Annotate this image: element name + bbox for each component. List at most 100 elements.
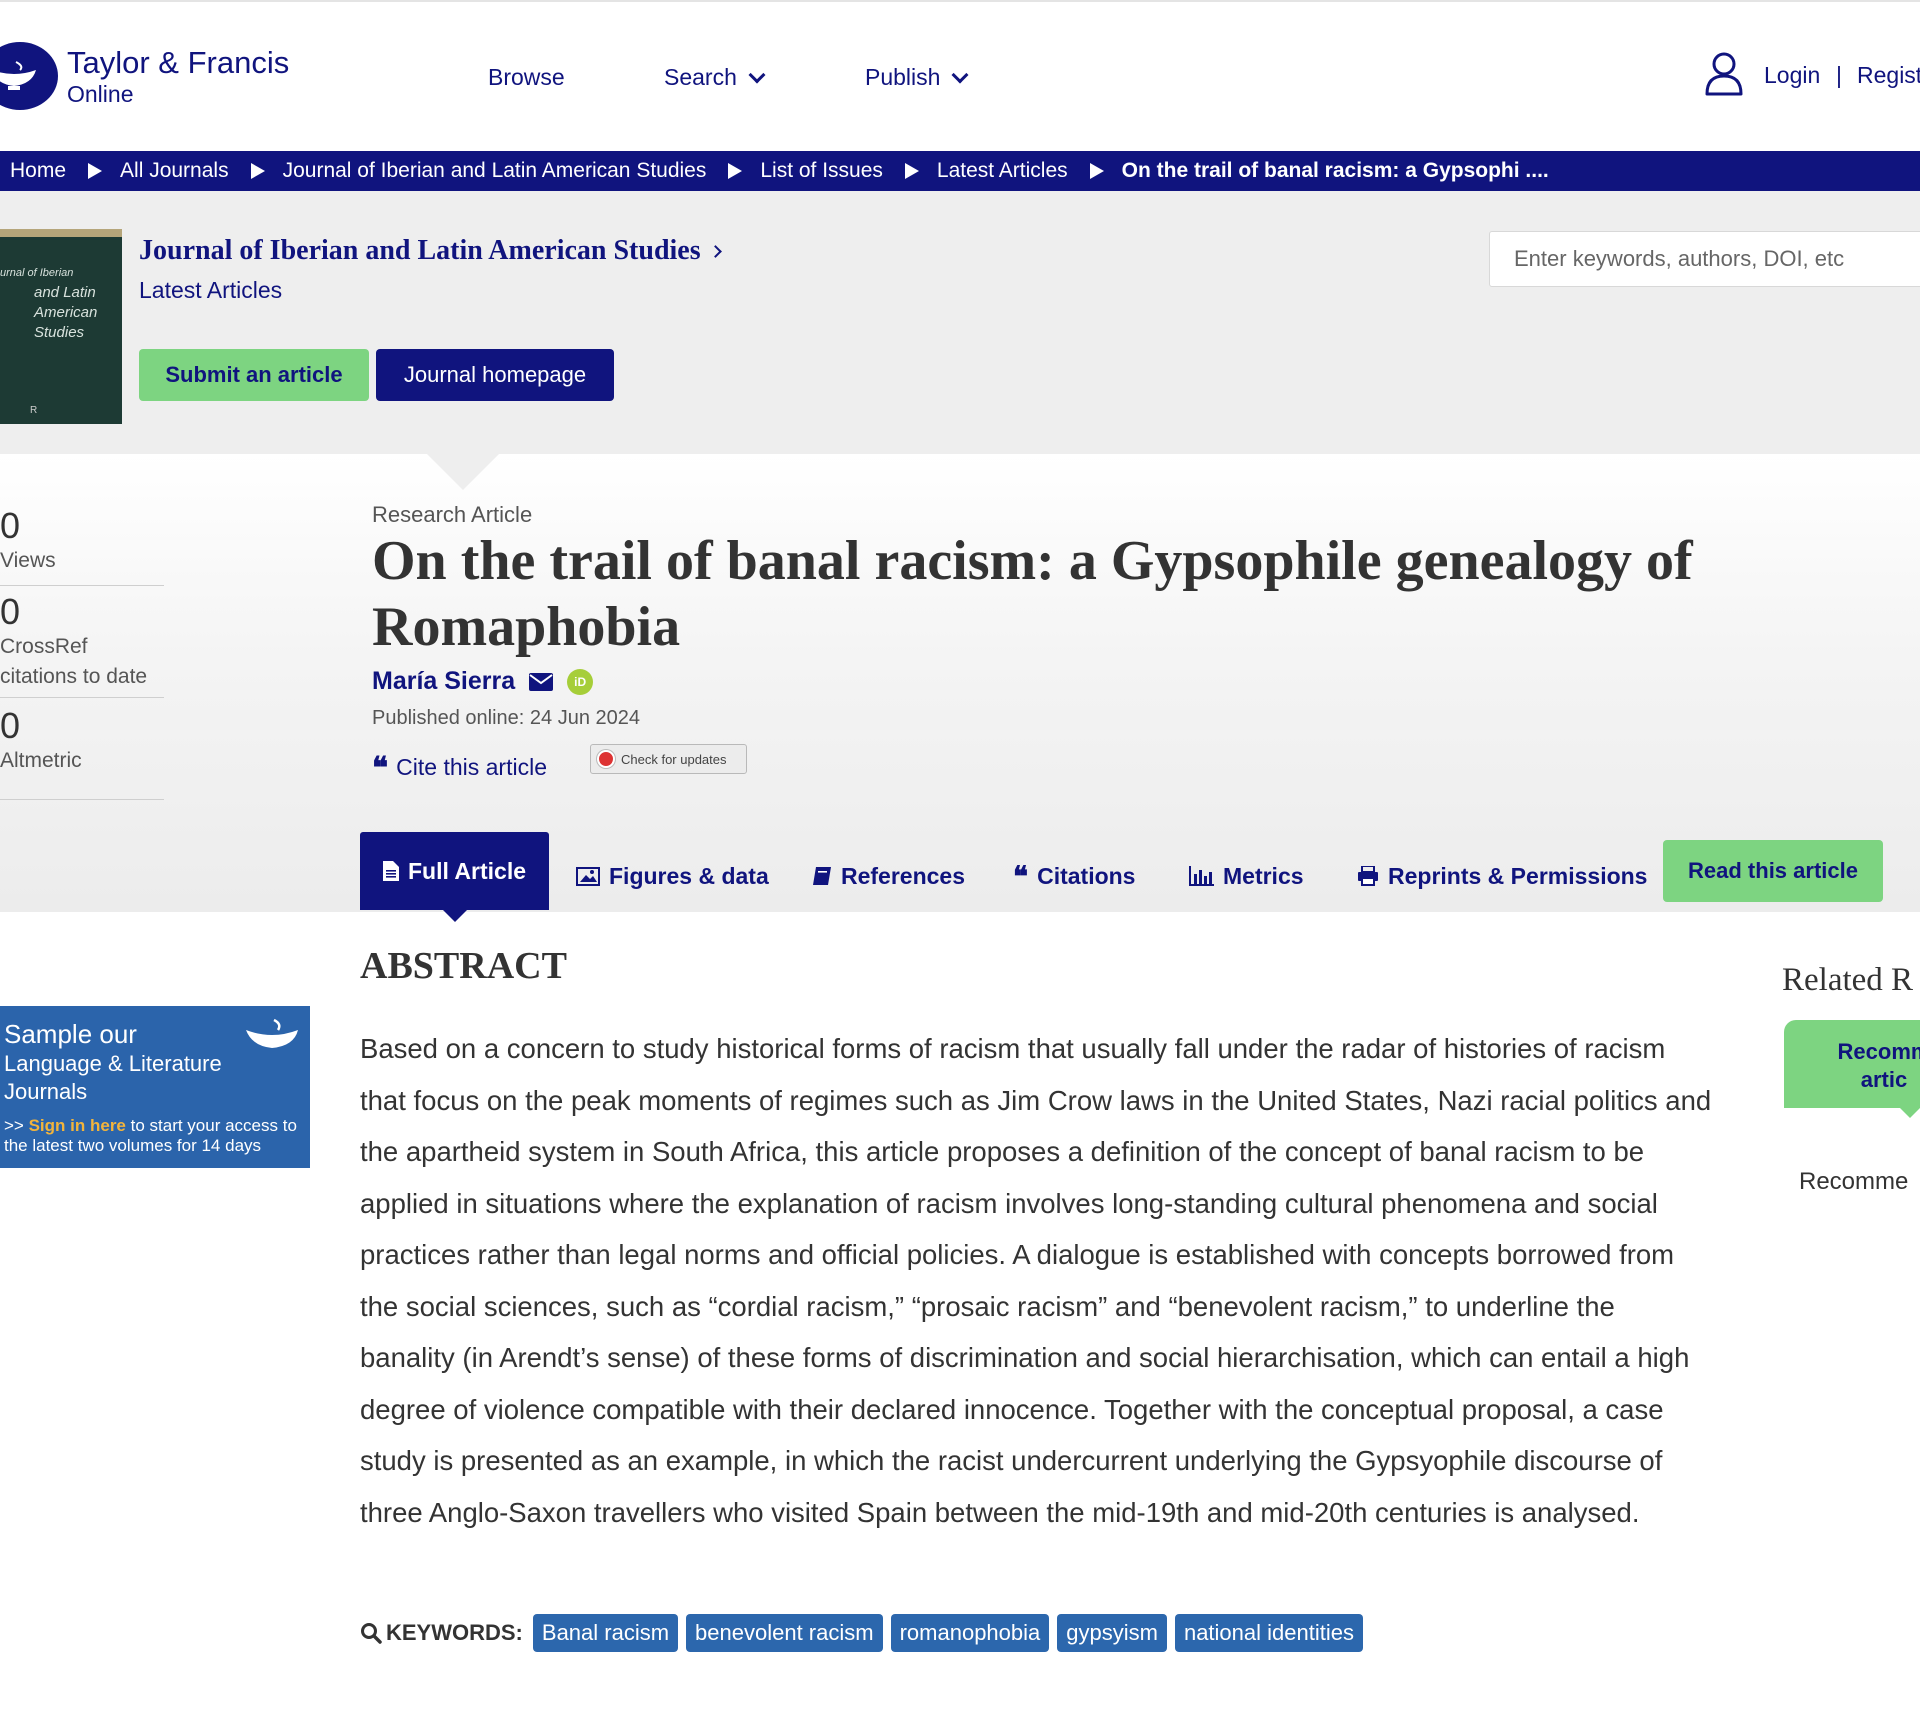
tab-metrics[interactable]: Metrics [1188,842,1304,910]
cover-line-3: American [34,304,98,321]
breadcrumb-home[interactable]: Home [10,159,66,183]
crossref-count: 0 [0,591,21,632]
tab-figures-label: Figures & data [609,862,769,889]
breadcrumb-arrow-icon [1089,163,1104,179]
author-row: María Sierra iD [372,667,594,696]
rec-tab-pointer [1900,1108,1920,1118]
breadcrumb-arrow-icon [904,163,919,179]
promo-line-2: Language & Literature Journals [4,1051,222,1104]
tab-full-article[interactable]: Full Article [360,832,549,910]
breadcrumb-journal[interactable]: Journal of Iberian and Latin American St… [283,159,707,183]
chevron-right-icon [708,244,722,258]
altmetric-label: Altmetric [0,749,82,772]
nav-search[interactable]: Search [664,64,766,91]
read-article-button[interactable]: Read this article [1663,840,1883,902]
crossref-label-1: CrossRef [0,635,88,658]
tab-references[interactable]: References [812,842,965,910]
cite-article-link[interactable]: ❝ Cite this article [372,750,547,786]
document-icon [383,861,399,881]
journal-title-link[interactable]: Journal of Iberian and Latin American St… [139,235,722,267]
metric-views: 0 Views [0,506,164,586]
breadcrumb-all-journals[interactable]: All Journals [120,159,229,183]
tab-figures[interactable]: Figures & data [576,842,769,910]
cover-title: urnal of Iberian and Latin American Stud… [0,263,98,343]
check-for-updates-button[interactable]: Check for updates [590,744,747,774]
nav-publish[interactable]: Publish [865,64,969,91]
search-icon [361,1623,382,1644]
keyword-tag[interactable]: gypsyism [1057,1614,1167,1652]
breadcrumb-arrow-icon [250,163,265,179]
rec-tab-line-1: Recomm [1837,1039,1920,1064]
cover-line-2: and Latin [34,284,96,301]
nav-browse-label: Browse [488,64,565,90]
breadcrumb-list-of-issues[interactable]: List of Issues [760,159,883,183]
image-icon [576,866,600,886]
article-title-line-2: Romaphobia [372,596,681,658]
cover-line-4: Studies [34,324,85,341]
nav-browse[interactable]: Browse [488,64,565,91]
keyword-tag[interactable]: benevolent racism [686,1614,883,1652]
tab-references-label: References [841,862,966,889]
keywords-label-wrap: KEYWORDS: [360,1620,523,1646]
bar-chart-icon [1189,866,1214,886]
published-date: Published online: 24 Jun 2024 [372,707,640,729]
login-link[interactable]: Login [1764,62,1820,89]
keyword-tag[interactable]: national identities [1174,1614,1363,1652]
breadcrumb-arrow-icon [88,163,103,179]
printer-icon [1358,866,1378,886]
orcid-icon[interactable]: iD [567,668,594,695]
site-header: Taylor & Francis Online Browse Search Pu… [0,2,1920,151]
breadcrumb-arrow-icon [728,163,743,179]
tf-logo-icon[interactable] [0,42,58,110]
login-separator: | [1836,62,1842,88]
promo-line-3: >> Sign in here to start your access to … [4,1116,310,1156]
tab-reprints[interactable]: Reprints & Permissions [1357,842,1647,910]
keyword-tag[interactable]: romanophobia [890,1614,1050,1652]
tab-recommended-articles[interactable]: Recomm artic [1784,1020,1920,1108]
logo-line-1: Taylor & Francis [67,45,290,80]
rec-tab-line-2: artic [1860,1067,1908,1092]
active-tab-pointer [443,910,467,922]
updates-label: Check for updates [621,751,727,767]
register-link[interactable]: Regist [1857,62,1920,89]
logo-text[interactable]: Taylor & Francis Online [67,46,289,108]
quote-icon: ❝ [1013,860,1029,893]
latest-articles-link[interactable]: Latest Articles [139,277,282,304]
email-icon[interactable] [529,672,554,691]
promo-sign-in-link[interactable]: Sign in here [29,1116,126,1135]
tab-citations-label: Citations [1037,862,1136,889]
tab-full-article-label: Full Article [408,857,526,884]
keywords-label: KEYWORDS: [386,1620,523,1645]
article-title: On the trail of banal racism: a Gypsophi… [372,528,1832,660]
tab-citations[interactable]: ❝ Citations [1013,842,1135,910]
views-label: Views [0,549,56,572]
article-type: Research Article [372,502,533,527]
submit-article-button[interactable]: Submit an article [139,349,369,401]
breadcrumb-current: On the trail of banal racism: a Gypsophi… [1121,159,1549,182]
abstract-heading: ABSTRACT [360,945,567,987]
views-count: 0 [0,505,21,546]
nav-search-label: Search [664,64,737,90]
recommended-text: Recomme [1799,1168,1909,1195]
journal-title: Journal of Iberian and Latin American St… [139,235,701,266]
metric-crossref: 0 CrossRef citations to date [0,592,164,698]
journal-homepage-button[interactable]: Journal homepage [376,349,614,401]
quote-icon: ❝ [372,750,389,786]
cover-line-1: urnal of Iberian [0,267,74,279]
metric-altmetric[interactable]: 0 Altmetric [0,706,164,800]
promo-banner[interactable]: Sample our Language & Literature Journal… [0,1006,310,1168]
banner-pointer [427,454,499,490]
tab-reprints-label: Reprints & Permissions [1388,862,1648,889]
breadcrumb-latest-articles[interactable]: Latest Articles [937,159,1068,183]
altmetric-count: 0 [0,705,21,746]
book-icon [813,867,831,885]
nav-publish-label: Publish [865,64,941,90]
keyword-tag[interactable]: Banal racism [532,1614,679,1652]
crossmark-icon [597,750,615,768]
search-input[interactable] [1489,231,1920,287]
user-icon[interactable] [1704,50,1744,96]
article-title-line-1: On the trail of banal racism: a Gypsophi… [372,530,1693,592]
related-research-heading: Related R [1782,962,1914,998]
author-link[interactable]: María Sierra [372,667,515,696]
journal-cover[interactable]: urnal of Iberian and Latin American Stud… [0,229,122,424]
